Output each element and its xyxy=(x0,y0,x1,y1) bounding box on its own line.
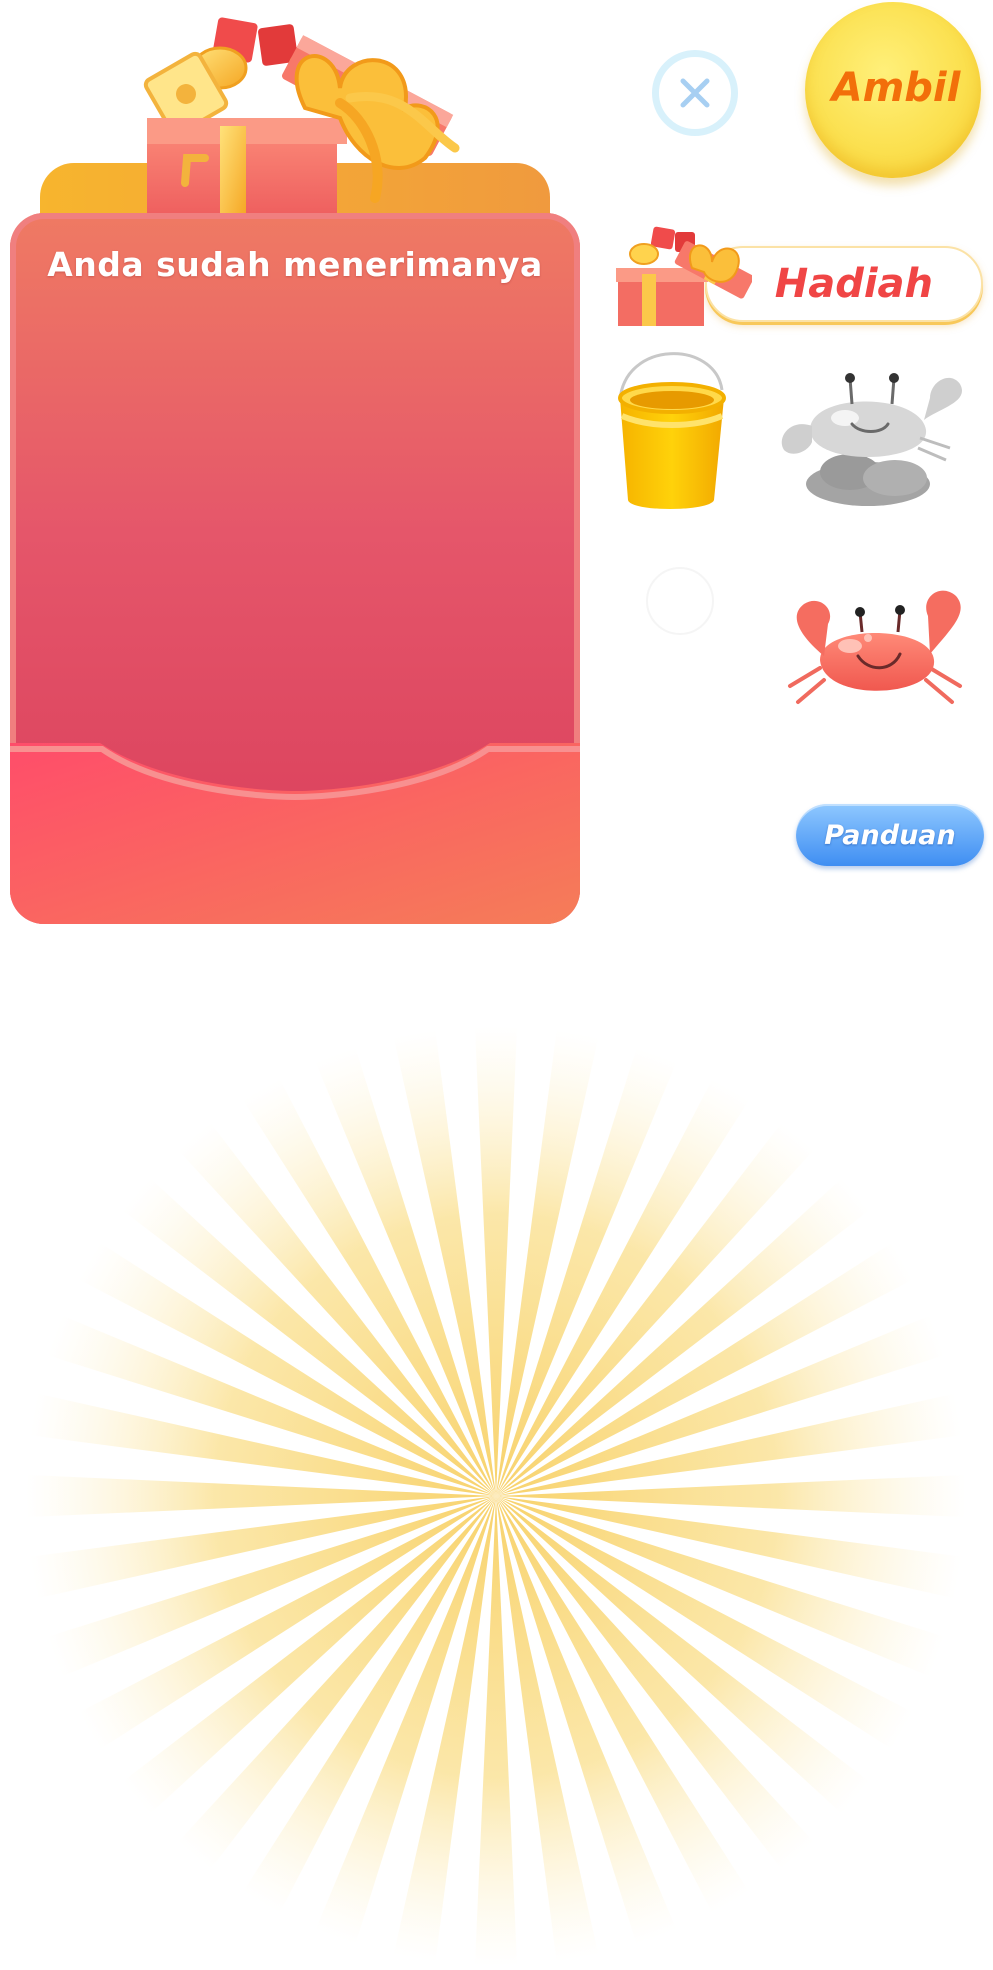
ambil-label: Ambil xyxy=(831,65,961,111)
panduan-label: Panduan xyxy=(824,819,956,851)
red-envelope-card: Anda sudah menerimanya xyxy=(10,8,580,924)
envelope-body: Anda sudah menerimanya xyxy=(10,213,580,924)
bucket-icon xyxy=(618,352,726,509)
envelope-title: Anda sudah menerimanya xyxy=(47,245,543,284)
close-button[interactable] xyxy=(652,50,738,136)
panduan-button[interactable]: Panduan xyxy=(796,804,984,866)
empty-slot-circle xyxy=(646,567,714,635)
hadiah-label: Hadiah xyxy=(774,261,933,307)
sun-ray xyxy=(315,1047,496,1496)
sun-ray xyxy=(315,1496,496,1945)
sunburst-rays xyxy=(26,1026,966,1966)
sun-ray xyxy=(47,1315,496,1496)
sun-ray xyxy=(496,1496,677,1945)
sun-ray xyxy=(47,1496,496,1677)
sun-ray xyxy=(496,1496,945,1677)
sun-ray xyxy=(496,1315,945,1496)
crab-gray-icon xyxy=(781,373,962,506)
crab-red-icon xyxy=(788,590,962,704)
ambil-button[interactable]: Ambil xyxy=(805,2,981,178)
sun-ray xyxy=(496,1047,677,1496)
gift-box-small-icon xyxy=(616,226,752,326)
envelope-pocket xyxy=(10,743,580,924)
gift-box-icon xyxy=(143,17,460,218)
close-icon xyxy=(680,78,710,108)
